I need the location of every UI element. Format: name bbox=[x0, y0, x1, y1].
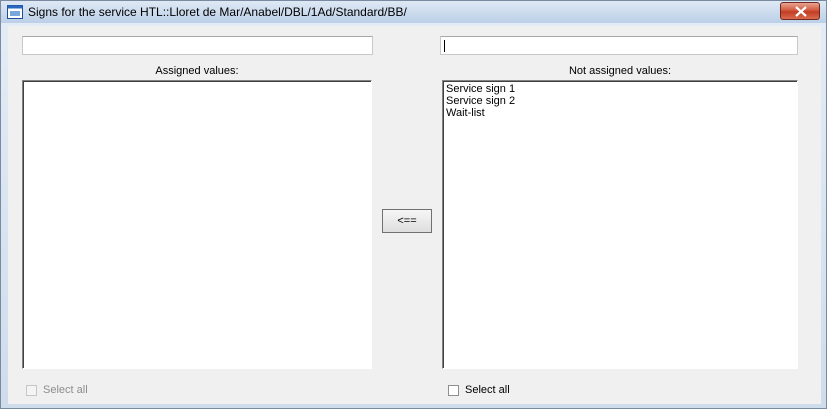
list-item[interactable]: Service sign 1 bbox=[443, 83, 515, 95]
not-assigned-select-all-checkbox[interactable] bbox=[448, 385, 459, 396]
list-item[interactable]: Service sign 2 bbox=[443, 95, 515, 107]
assigned-values-list[interactable] bbox=[22, 80, 372, 369]
window-title: Signs for the service HTL::Lloret de Mar… bbox=[28, 5, 407, 19]
assigned-values-label: Assigned values: bbox=[155, 65, 239, 77]
dialog-window: Signs for the service HTL::Lloret de Mar… bbox=[0, 0, 827, 409]
not-assigned-select-all-label: Select all bbox=[465, 384, 510, 396]
assigned-filter-input[interactable] bbox=[22, 36, 373, 55]
close-button[interactable] bbox=[780, 2, 820, 20]
not-assigned-filter-input[interactable] bbox=[440, 36, 798, 55]
assigned-select-all-label: Select all bbox=[43, 384, 88, 396]
list-item[interactable]: Wait-list bbox=[443, 107, 515, 119]
not-assigned-values-label: Not assigned values: bbox=[568, 65, 672, 77]
not-assigned-items-container: Service sign 1 Service sign 2 Wait-list bbox=[443, 83, 515, 119]
assigned-select-all-checkbox[interactable] bbox=[26, 385, 37, 396]
text-caret bbox=[444, 40, 445, 52]
close-icon bbox=[795, 6, 807, 17]
dialog-client-area: Assigned values: Select all <== Not assi… bbox=[8, 26, 821, 404]
title-bar[interactable]: Signs for the service HTL::Lloret de Mar… bbox=[1, 1, 826, 23]
move-to-assigned-button[interactable]: <== bbox=[382, 209, 432, 233]
not-assigned-values-list[interactable]: Service sign 1 Service sign 2 Wait-list bbox=[442, 80, 798, 369]
app-window-icon bbox=[7, 5, 23, 19]
